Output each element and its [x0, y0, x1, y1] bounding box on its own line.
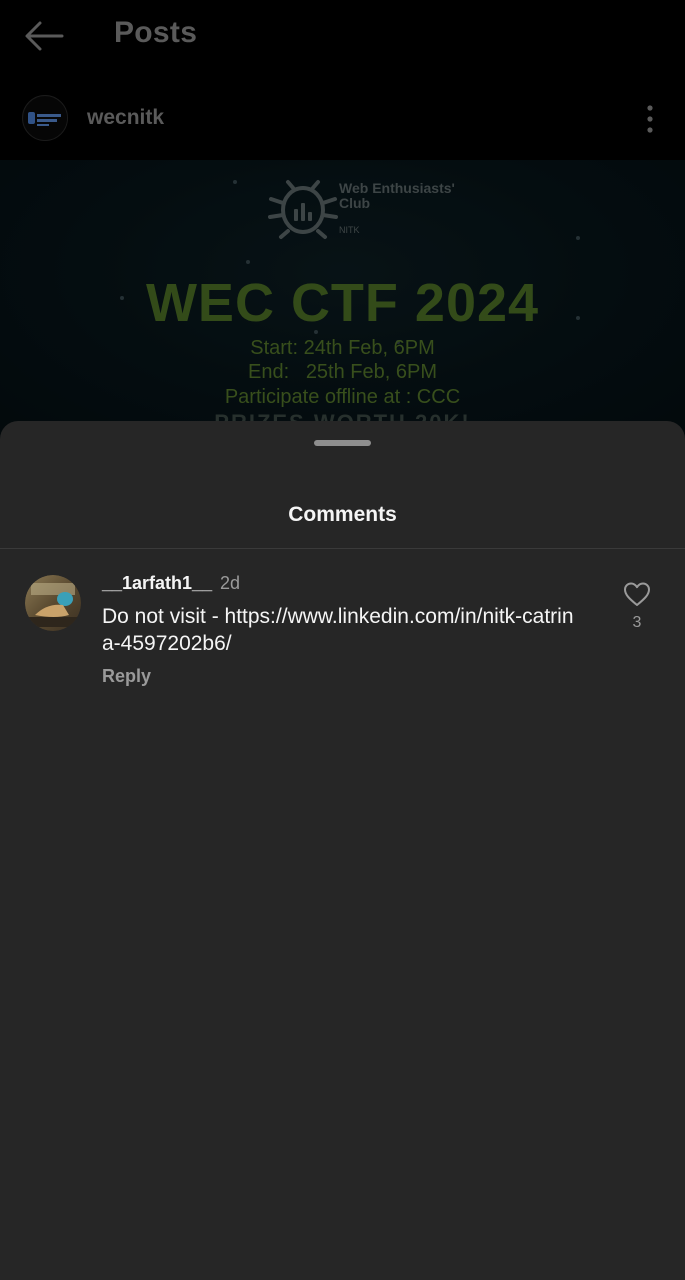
back-button[interactable] — [22, 18, 66, 54]
event-title: WEC CTF 2024 — [145, 273, 540, 333]
page-title: Posts — [114, 16, 198, 49]
event-venue: Participate offline at : CCC — [224, 386, 461, 408]
event-end: End: 25th Feb, 6PM — [248, 361, 437, 383]
top-app-bar: Posts — [0, 0, 685, 72]
more-vertical-icon — [647, 105, 653, 133]
divider — [0, 548, 685, 549]
comment-username[interactable]: __1arfath1__ — [102, 573, 212, 594]
decor-dot — [576, 236, 580, 240]
post-header: wecnitk — [0, 88, 685, 150]
reply-button[interactable]: Reply — [102, 666, 151, 687]
event-start: Start: 24th Feb, 6PM — [250, 337, 435, 359]
decor-dot — [233, 180, 237, 184]
profile-photo-icon — [25, 575, 81, 631]
account-avatar[interactable] — [22, 95, 68, 141]
post-image[interactable]: Web Enthusiasts' Club NITK WEC CTF 2024 … — [0, 160, 685, 440]
club-logo-icon — [24, 97, 67, 140]
arrow-left-icon — [25, 21, 64, 51]
decor-dot — [246, 260, 250, 264]
comment-item: __1arfath1__ 2d Do not visit - https://w… — [0, 571, 685, 701]
club-name: Web Enthusiasts' Club — [339, 180, 455, 211]
club-subtitle: NITK — [339, 225, 360, 235]
screen: Posts wecnitk Web Enthusiasts' Club NITK… — [0, 0, 685, 1280]
heart-outline-icon — [624, 582, 650, 606]
drag-handle[interactable] — [314, 440, 371, 446]
more-options-button[interactable] — [638, 102, 662, 136]
commenter-avatar[interactable] — [25, 575, 81, 631]
sheet-title: Comments — [288, 503, 397, 526]
comments-sheet: Comments __1arfath1__ 2d Do not visit - … — [0, 421, 685, 1280]
account-name[interactable]: wecnitk — [87, 106, 164, 130]
comment-timestamp: 2d — [220, 573, 241, 593]
like-count: 3 — [632, 614, 642, 631]
like-button[interactable] — [622, 579, 652, 609]
comment-text[interactable]: Do not visit - https://www.linkedin.com/… — [102, 603, 582, 657]
